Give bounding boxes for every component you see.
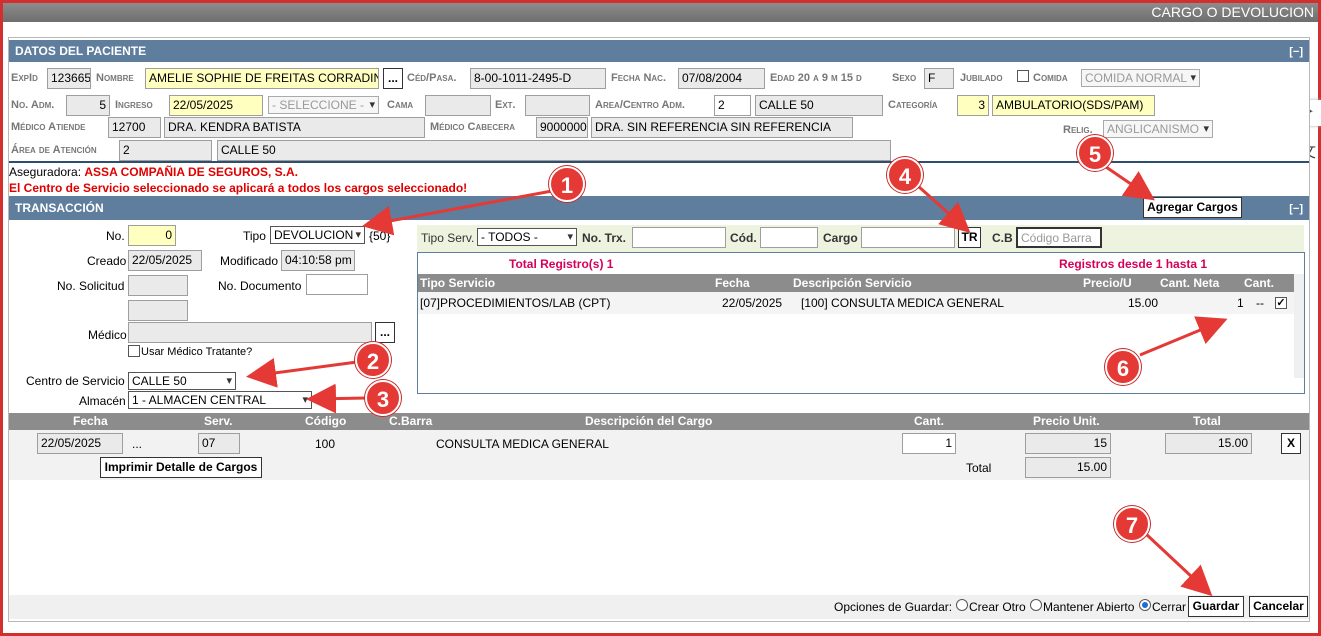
marker-2: 2 [355, 342, 391, 378]
arrow-6 [1139, 316, 1228, 357]
marker-3: 3 [365, 380, 401, 416]
arrow-5 [1105, 165, 1155, 201]
arrow-4 [916, 184, 971, 234]
marker-5: 5 [1077, 135, 1113, 171]
marker-7: 7 [1114, 506, 1150, 542]
marker-6: 6 [1105, 349, 1141, 385]
annotation-arrows [246, 165, 1228, 597]
arrow-3 [306, 383, 368, 414]
arrow-2 [246, 357, 358, 388]
arrow-1 [362, 189, 553, 236]
marker-4: 4 [887, 157, 923, 193]
marker-1: 1 [549, 166, 585, 202]
arrow-7 [1144, 532, 1213, 597]
